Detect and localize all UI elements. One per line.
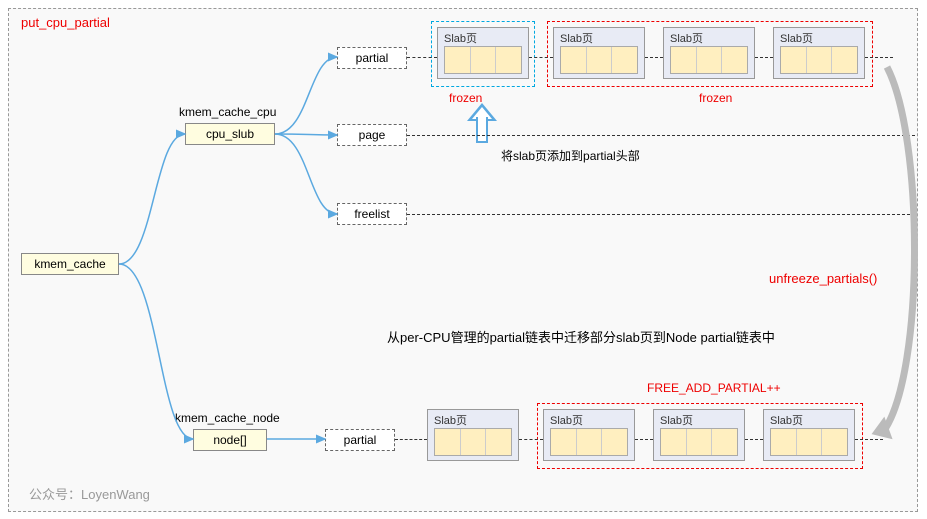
node-page: page (337, 124, 407, 146)
slab-title: Slab页 (434, 412, 467, 428)
connector-dash (519, 439, 543, 440)
connector-dash (407, 57, 437, 58)
node-node-arr: node[] (193, 429, 267, 451)
label-frozen-group: frozen (699, 91, 732, 105)
arrow-up-icon (469, 103, 495, 143)
connector-dash (529, 57, 553, 58)
node-freelist: freelist (337, 203, 407, 225)
connector-dash (395, 439, 427, 440)
diagram-container: put_cpu_partial 公众号：LoyenWang kmem_cache… (8, 8, 918, 512)
frame-new-head (431, 21, 535, 87)
label-unfreeze: unfreeze_partials() (769, 271, 877, 286)
slab-body (434, 428, 512, 456)
connector-dash (635, 439, 653, 440)
watermark: 公众号：LoyenWang (29, 484, 150, 503)
connector-dash (645, 57, 663, 58)
diagram-title: put_cpu_partial (21, 15, 110, 30)
frame-migrated (537, 403, 863, 469)
connector-dash (755, 57, 773, 58)
connector-dash (407, 135, 915, 136)
node-cpu-slub: cpu_slub (185, 123, 275, 145)
node-partial-node: partial (325, 429, 395, 451)
node-partial-cpu: partial (337, 47, 407, 69)
slab-page: Slab页 (427, 409, 519, 461)
label-add-head: 将slab页添加到partial头部 (501, 147, 640, 164)
connector-dash (865, 57, 893, 58)
frame-frozen-top (547, 21, 873, 87)
label-kmem-cache-node: kmem_cache_node (175, 411, 280, 425)
connector-dash (407, 214, 915, 215)
curve-arrowhead-icon (867, 417, 892, 446)
connector-dash (745, 439, 763, 440)
node-kmem-cache: kmem_cache (21, 253, 119, 275)
label-kmem-cache-cpu: kmem_cache_cpu (179, 105, 276, 119)
label-migrate: 从per-CPU管理的partial链表中迁移部分slab页到Node part… (387, 327, 775, 346)
label-free-add: FREE_ADD_PARTIAL++ (647, 381, 781, 395)
